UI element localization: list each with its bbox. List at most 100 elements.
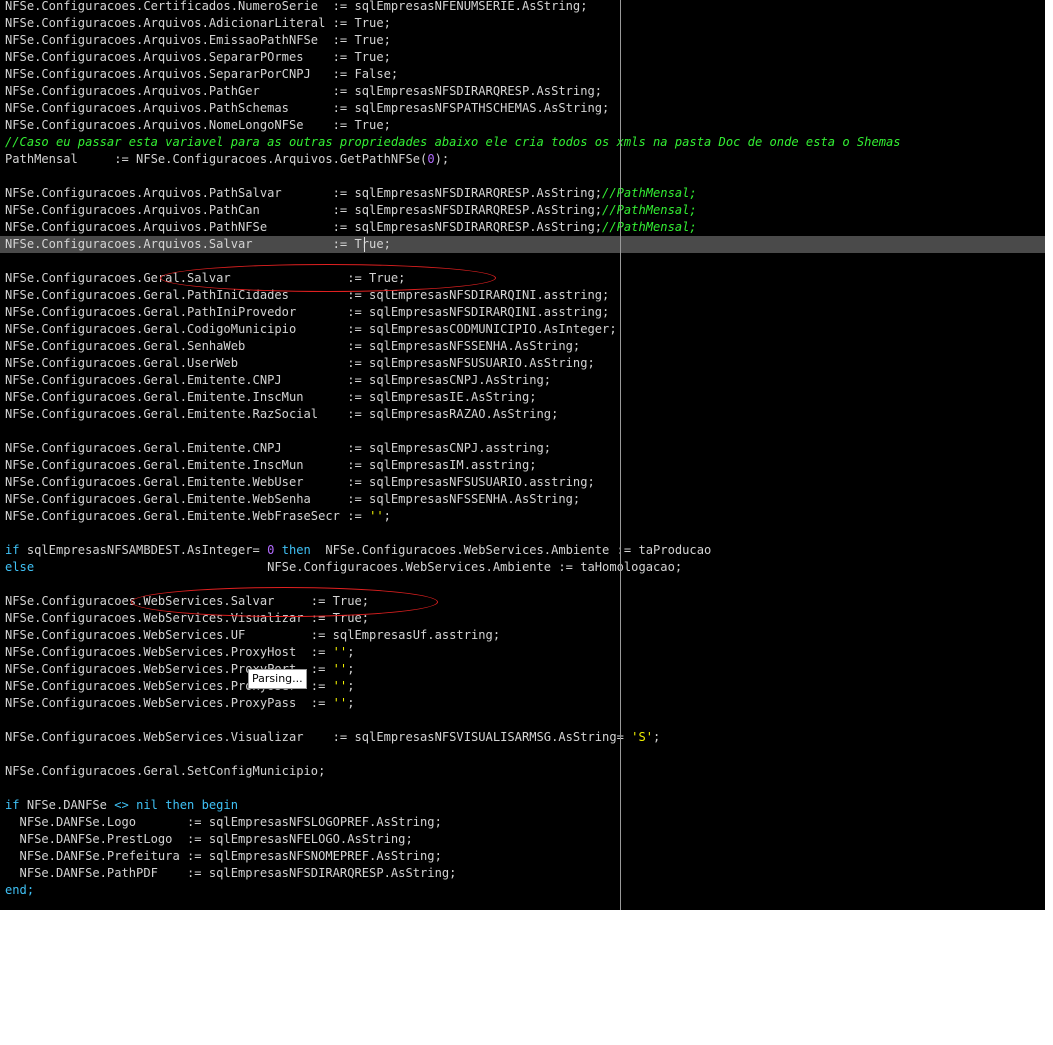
- code-token: PathMensal := NFSe.Configuracoes.Arquivo…: [5, 152, 428, 166]
- code-line[interactable]: NFSe.Configuracoes.Geral.Emitente.WebFra…: [5, 508, 1045, 525]
- code-line[interactable]: NFSe.Configuracoes.Arquivos.PathSalvar :…: [5, 185, 1045, 202]
- code-line[interactable]: if NFSe.DANFSe <> nil then begin: [5, 797, 1045, 814]
- code-line[interactable]: NFSe.Configuracoes.WebServices.UF := sql…: [5, 627, 1045, 644]
- code-token: NFSe.Configuracoes.WebServices.UF := sql…: [5, 628, 501, 642]
- code-token: ;: [347, 645, 355, 659]
- text-caret: [364, 237, 365, 252]
- code-line[interactable]: [5, 525, 1045, 542]
- code-line[interactable]: NFSe.Configuracoes.Geral.SetConfigMunici…: [5, 763, 1045, 780]
- code-token: NFSe.Configuracoes.Arquivos.PathSchemas …: [5, 101, 610, 115]
- code-line[interactable]: NFSe.Configuracoes.Geral.Emitente.RazSoc…: [5, 406, 1045, 423]
- code-line[interactable]: NFSe.Configuracoes.WebServices.ProxyHost…: [5, 644, 1045, 661]
- code-token: <>: [114, 798, 129, 812]
- code-line[interactable]: [5, 712, 1045, 729]
- code-line[interactable]: NFSe.DANFSe.Logo := sqlEmpresasNFSLOGOPR…: [5, 814, 1045, 831]
- code-line-current[interactable]: NFSe.Configuracoes.Arquivos.Salvar := Tr…: [0, 236, 1045, 253]
- code-line[interactable]: NFSe.DANFSe.PrestLogo := sqlEmpresasNFEL…: [5, 831, 1045, 848]
- code-token: 'S': [631, 730, 654, 744]
- code-token: );: [434, 152, 450, 166]
- code-token: else: [5, 560, 35, 574]
- code-token: NFSe.DANFSe.Prefeitura := sqlEmpresasNFS…: [5, 849, 442, 863]
- code-line[interactable]: [5, 780, 1045, 797]
- code-line[interactable]: NFSe.Configuracoes.Arquivos.SepararPorCN…: [5, 66, 1045, 83]
- code-line[interactable]: NFSe.Configuracoes.WebServices.ProxyUser…: [5, 678, 1045, 695]
- code-token: NFSe.Configuracoes.Arquivos.PathSalvar :…: [5, 186, 603, 200]
- code-text[interactable]: NFSe.Configuracoes.Certificados.NumeroSe…: [0, 0, 1045, 899]
- code-line[interactable]: NFSe.DANFSe.Prefeitura := sqlEmpresasNFS…: [5, 848, 1045, 865]
- code-line[interactable]: NFSe.Configuracoes.Geral.PathIniCidades …: [5, 287, 1045, 304]
- code-token: NFSe.DANFSe: [19, 798, 115, 812]
- code-line[interactable]: NFSe.Configuracoes.Geral.Emitente.InscMu…: [5, 389, 1045, 406]
- code-line[interactable]: NFSe.Configuracoes.Geral.Emitente.CNPJ :…: [5, 372, 1045, 389]
- code-token: NFSe.Configuracoes.Geral.Emitente.InscMu…: [5, 390, 537, 404]
- code-line[interactable]: NFSe.DANFSe.PathPDF := sqlEmpresasNFSDIR…: [5, 865, 1045, 882]
- code-line[interactable]: NFSe.Configuracoes.Geral.PathIniProvedor…: [5, 304, 1045, 321]
- code-token: //PathMensal;: [602, 186, 697, 200]
- code-token: '': [332, 696, 348, 710]
- code-token: nil: [136, 798, 158, 812]
- code-token: NFSe.Configuracoes.Geral.SenhaWeb := sql…: [5, 339, 581, 353]
- code-line[interactable]: NFSe.Configuracoes.WebServices.ProxyPass…: [5, 695, 1045, 712]
- code-line[interactable]: if sqlEmpresasNFSAMBDEST.AsInteger= 0 th…: [5, 542, 1045, 559]
- code-line[interactable]: [5, 253, 1045, 270]
- code-line[interactable]: NFSe.Configuracoes.Geral.CodigoMunicipio…: [5, 321, 1045, 338]
- code-line[interactable]: NFSe.Configuracoes.Arquivos.SepararPOrme…: [5, 49, 1045, 66]
- code-line[interactable]: [5, 423, 1045, 440]
- code-line[interactable]: NFSe.Configuracoes.Geral.Emitente.InscMu…: [5, 457, 1045, 474]
- code-token: //PathMensal;: [602, 203, 697, 217]
- code-token: NFSe.Configuracoes.Arquivos.PathGer := s…: [5, 84, 603, 98]
- code-line[interactable]: NFSe.Configuracoes.WebServices.Visualiza…: [5, 729, 1045, 746]
- code-line[interactable]: [5, 168, 1045, 185]
- code-line[interactable]: //Caso eu passar esta variavel para as o…: [5, 134, 1045, 151]
- code-line[interactable]: end;: [5, 882, 1045, 899]
- code-token: //PathMensal;: [602, 220, 697, 234]
- code-token: NFSe.DANFSe.PrestLogo := sqlEmpresasNFEL…: [5, 832, 413, 846]
- code-token: NFSe.Configuracoes.Arquivos.NomeLongoNFS…: [5, 118, 391, 132]
- code-line[interactable]: PathMensal := NFSe.Configuracoes.Arquivo…: [5, 151, 1045, 168]
- code-line[interactable]: NFSe.Configuracoes.Arquivos.PathGer := s…: [5, 83, 1045, 100]
- code-line[interactable]: NFSe.Configuracoes.Arquivos.EmissaoPathN…: [5, 32, 1045, 49]
- code-line[interactable]: NFSe.Configuracoes.Geral.SenhaWeb := sql…: [5, 338, 1045, 355]
- code-token: NFSe.Configuracoes.Geral.Emitente.CNPJ :…: [5, 441, 552, 455]
- code-token: NFSe.Configuracoes.Geral.Emitente.WebUse…: [5, 475, 595, 489]
- code-token: NFSe.Configuracoes.Certificados.NumeroSe…: [5, 0, 588, 13]
- annotation-ellipse-webservices-salvar: [131, 587, 438, 617]
- code-token: NFSe.Configuracoes.Geral.Emitente.InscMu…: [5, 458, 537, 472]
- code-token: '': [332, 645, 348, 659]
- code-line[interactable]: NFSe.Configuracoes.Arquivos.PathSchemas …: [5, 100, 1045, 117]
- code-token: NFSe.DANFSe.Logo := sqlEmpresasNFSLOGOPR…: [5, 815, 442, 829]
- code-line[interactable]: [5, 576, 1045, 593]
- code-token: NFSe.Configuracoes.Geral.Emitente.WebSen…: [5, 492, 581, 506]
- code-line[interactable]: NFSe.Configuracoes.Arquivos.PathCan := s…: [5, 202, 1045, 219]
- code-line[interactable]: NFSe.Configuracoes.Arquivos.PathNFSe := …: [5, 219, 1045, 236]
- code-token: '': [332, 679, 348, 693]
- code-token: NFSe.Configuracoes.Geral.Emitente.RazSoc…: [5, 407, 559, 421]
- code-line[interactable]: NFSe.Configuracoes.Geral.Emitente.CNPJ :…: [5, 440, 1045, 457]
- code-token: ;: [347, 679, 355, 693]
- code-token: ;: [383, 509, 391, 523]
- code-line[interactable]: else NFSe.Configuracoes.WebServices.Ambi…: [5, 559, 1045, 576]
- code-line[interactable]: NFSe.Configuracoes.Arquivos.AdicionarLit…: [5, 15, 1045, 32]
- code-line[interactable]: NFSe.Configuracoes.Geral.Emitente.WebSen…: [5, 491, 1045, 508]
- code-line[interactable]: NFSe.Configuracoes.Arquivos.NomeLongoNFS…: [5, 117, 1045, 134]
- code-token: NFSe.Configuracoes.Arquivos.Salvar := Tr…: [5, 237, 391, 251]
- code-line[interactable]: NFSe.Configuracoes.Geral.UserWeb := sqlE…: [5, 355, 1045, 372]
- code-token: NFSe.Configuracoes.Arquivos.SepararPOrme…: [5, 50, 391, 64]
- code-token: NFSe.Configuracoes.Arquivos.SepararPorCN…: [5, 67, 399, 81]
- code-token: NFSe.Configuracoes.WebServices.ProxyHost…: [5, 645, 333, 659]
- code-token: if: [5, 798, 20, 812]
- code-token: NFSe.Configuracoes.Geral.CodigoMunicipio…: [5, 322, 617, 336]
- code-token: NFSe.Configuracoes.Arquivos.AdicionarLit…: [5, 16, 391, 30]
- code-token: NFSe.Configuracoes.Geral.SetConfigMunici…: [5, 764, 326, 778]
- code-line[interactable]: NFSe.Configuracoes.WebServices.Visualiza…: [5, 610, 1045, 627]
- code-line[interactable]: [5, 746, 1045, 763]
- code-line[interactable]: NFSe.Configuracoes.Certificados.NumeroSe…: [5, 0, 1045, 15]
- code-token: 0: [427, 152, 435, 166]
- code-token: NFSe.Configuracoes.WebServices.Ambiente …: [310, 543, 712, 557]
- code-token: NFSe.Configuracoes.Geral.Emitente.WebFra…: [5, 509, 370, 523]
- code-line[interactable]: NFSe.Configuracoes.WebServices.ProxyPort…: [5, 661, 1045, 678]
- code-line[interactable]: NFSe.Configuracoes.Geral.Emitente.WebUse…: [5, 474, 1045, 491]
- code-token: NFSe.Configuracoes.WebServices.Ambiente …: [34, 560, 683, 574]
- code-token: NFSe.Configuracoes.WebServices.Visualiza…: [5, 730, 632, 744]
